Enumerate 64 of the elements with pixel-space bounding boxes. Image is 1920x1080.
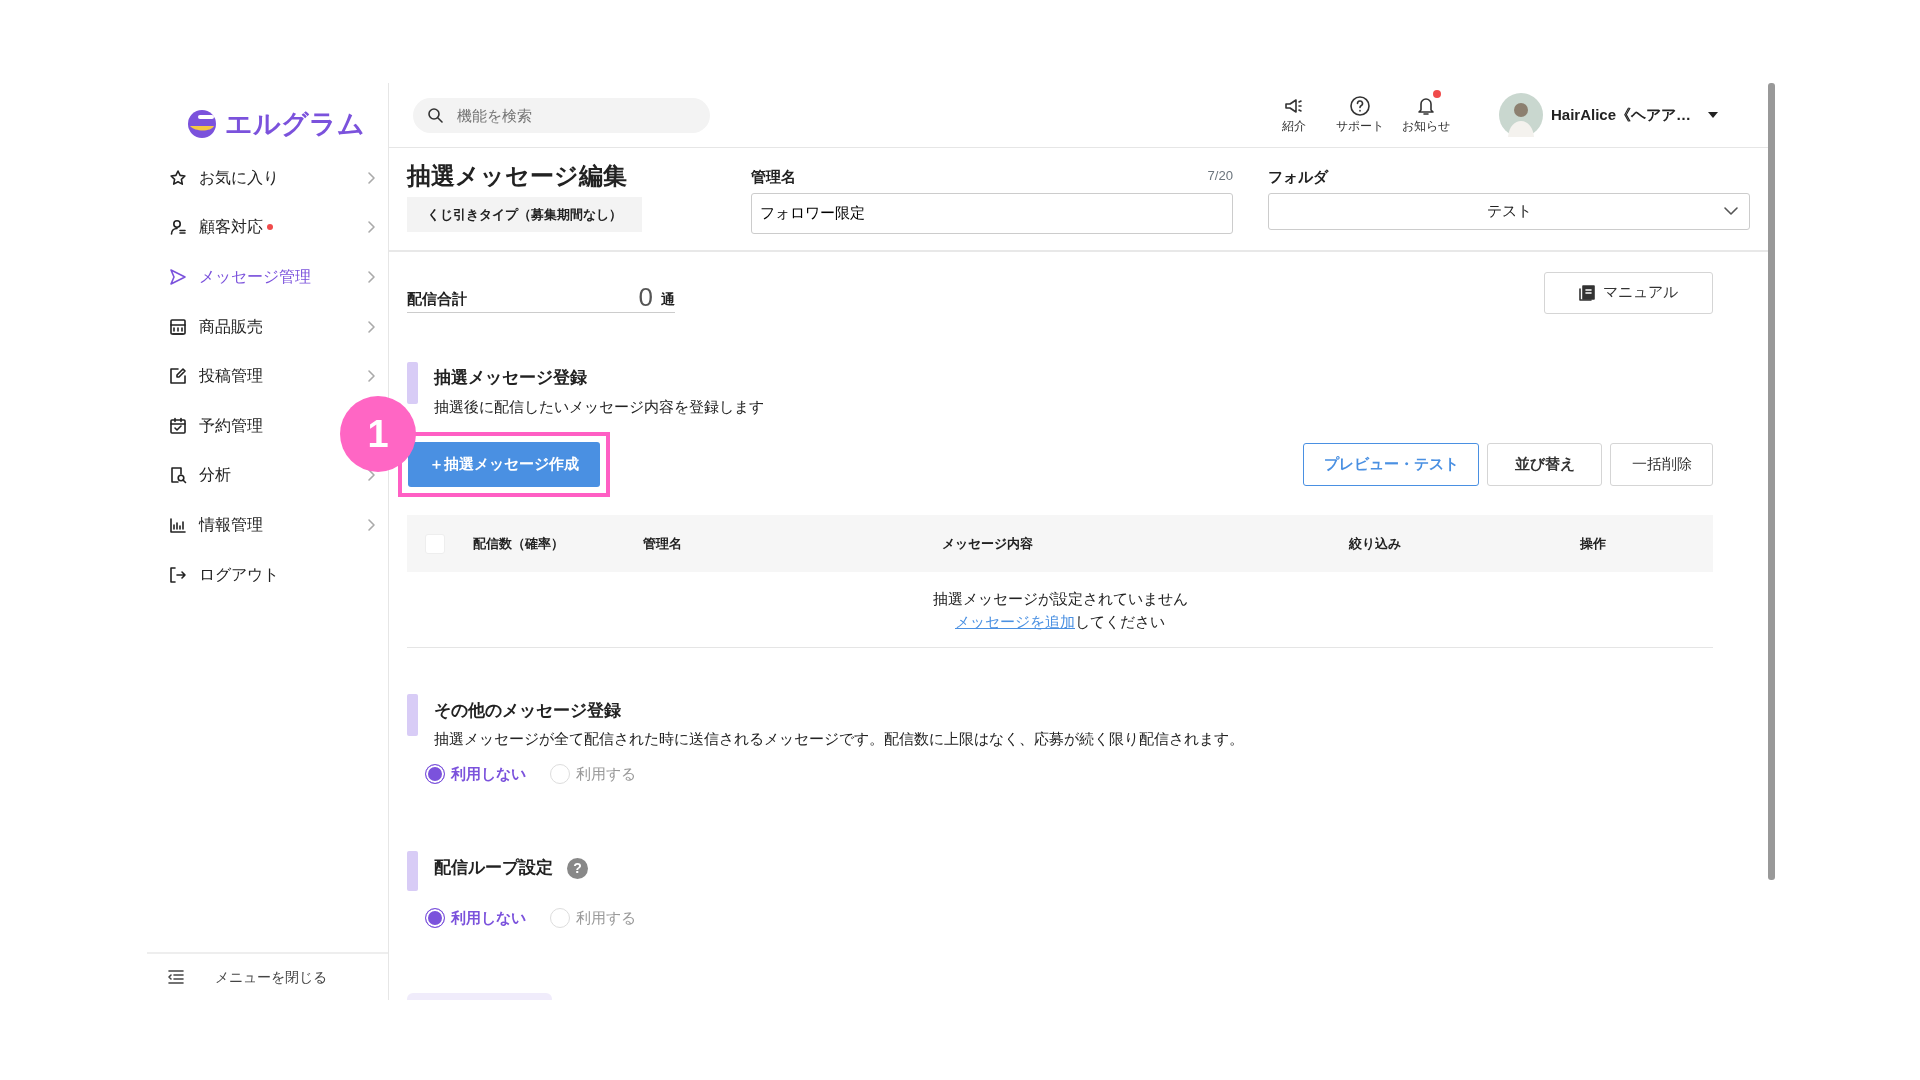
column-header: 絞り込み bbox=[1348, 534, 1402, 553]
action-button[interactable]: 一括削除 bbox=[1610, 443, 1713, 486]
report-icon bbox=[169, 466, 187, 485]
calendar-icon bbox=[169, 416, 187, 435]
section-marker bbox=[407, 694, 418, 736]
sidebar-item[interactable]: 顧客対応 bbox=[147, 202, 388, 253]
total-label: 配信合計 bbox=[407, 288, 467, 309]
step-number: 1 bbox=[340, 396, 416, 472]
folder-select[interactable]: テスト bbox=[1268, 192, 1750, 230]
header-button[interactable]: 紹介 bbox=[1260, 94, 1327, 136]
edit-icon bbox=[169, 367, 187, 386]
sidebar-item[interactable]: ログアウト bbox=[147, 549, 291, 600]
section-marker bbox=[407, 851, 418, 891]
search-field[interactable]: 機能を検索 bbox=[413, 97, 710, 133]
column-header: 管理名 bbox=[643, 534, 683, 553]
character-counter: 7/20 bbox=[1207, 167, 1233, 185]
book-icon bbox=[1579, 284, 1595, 301]
star-icon bbox=[169, 168, 187, 187]
logo-icon bbox=[185, 107, 219, 141]
user-name[interactable]: HairAlice《ヘアア… bbox=[1550, 103, 1691, 127]
section-marker bbox=[407, 361, 418, 404]
search-icon bbox=[427, 107, 443, 123]
sidebar-item[interactable]: 予約管理 bbox=[147, 400, 275, 451]
section-description: 抽選メッセージが全て配信された時に送信されるメッセージです。配信数に上限はなく、応募が続く限り配信されます。 bbox=[434, 729, 1244, 749]
column-header: 操作 bbox=[1579, 534, 1607, 553]
manual-button[interactable]: マニュアル bbox=[1544, 271, 1713, 314]
empty-hint: してください bbox=[1075, 612, 1165, 630]
radio-option[interactable]: 利用しない bbox=[425, 907, 526, 930]
sidebar-item[interactable]: メッセージ管理 bbox=[147, 252, 388, 302]
scrollbar[interactable] bbox=[1768, 83, 1775, 880]
sidebar-item[interactable]: 商品販売 bbox=[147, 301, 388, 352]
help-icon bbox=[1348, 95, 1371, 117]
column-header: メッセージ内容 bbox=[940, 534, 1034, 553]
sidebar-item[interactable]: お気に入り bbox=[147, 153, 388, 203]
page-title: 抽選メッセージ編集 bbox=[407, 162, 628, 191]
storefront-icon bbox=[169, 317, 187, 336]
caret-icon bbox=[1707, 110, 1719, 120]
sidebar-item[interactable]: 情報管理 bbox=[147, 500, 388, 550]
close-menu-link[interactable]: メニューを閉じる bbox=[215, 966, 327, 988]
field-label: 管理名 bbox=[751, 167, 796, 187]
avatar bbox=[1498, 93, 1543, 137]
column-header: 配信数（確率） bbox=[473, 534, 565, 553]
empty-message: 抽選メッセージが設定されていません bbox=[931, 589, 1189, 609]
person-icon bbox=[169, 218, 187, 237]
chevron-down-icon bbox=[1723, 206, 1739, 216]
name-field[interactable]: フォロワー限定 bbox=[751, 192, 1233, 234]
count-unit: 通 bbox=[661, 290, 675, 309]
header-button[interactable]: お知らせ bbox=[1392, 94, 1459, 136]
section-heading: その他のメッセージ登録 bbox=[434, 700, 621, 722]
action-button[interactable]: 並び替え bbox=[1487, 443, 1602, 486]
section-heading: 配信ループ設定 bbox=[434, 857, 553, 879]
help-icon[interactable]: ? bbox=[567, 857, 588, 879]
header-button[interactable]: サポート bbox=[1326, 94, 1393, 136]
logout-icon bbox=[169, 565, 187, 584]
bar-chart-icon bbox=[169, 515, 187, 534]
radio-option[interactable]: 利用しない bbox=[425, 762, 526, 785]
field-label: フォルダ bbox=[1268, 167, 1330, 187]
section-description: 抽選後に配信したいメッセージ内容を登録します bbox=[434, 396, 764, 417]
total-count: 0 bbox=[638, 284, 653, 310]
type-label: くじ引きタイプ（募集期間なし） bbox=[407, 196, 642, 233]
collapse-menu-icon bbox=[167, 968, 185, 986]
logo-text: エルグラム bbox=[225, 107, 365, 141]
section-heading: 抽選メッセージ登録 bbox=[434, 368, 587, 389]
send-icon bbox=[169, 268, 187, 286]
